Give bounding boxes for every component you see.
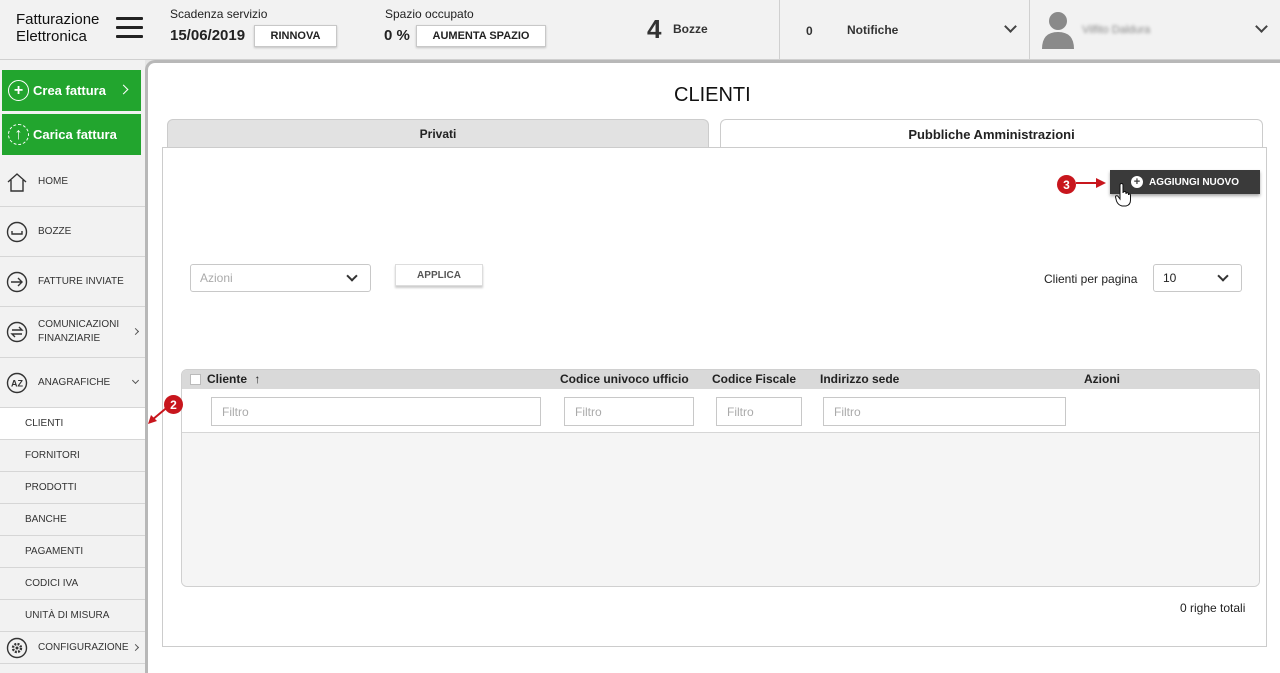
sidebar-subitem-suppliers[interactable]: FORNITORI <box>0 440 145 472</box>
sidebar-item-drafts[interactable]: BOZZE <box>0 207 145 257</box>
add-new-button[interactable]: + AGGIUNGI NUOVO <box>1110 170 1260 194</box>
sidebar-item-home[interactable]: HOME <box>0 157 145 207</box>
divider <box>1029 0 1030 60</box>
select-all-checkbox[interactable] <box>190 374 201 385</box>
plus-icon: + <box>8 80 29 101</box>
table-body <box>182 434 1259 586</box>
sidebar-item-label: BOZZE <box>38 225 72 237</box>
service-expiry-date: 15/06/2019 <box>170 27 246 44</box>
user-name[interactable]: Vilfito Daldura <box>1082 24 1150 36</box>
menu-icon[interactable] <box>116 17 143 39</box>
plus-circle-icon: + <box>1130 176 1143 188</box>
divider <box>779 0 780 60</box>
column-header-office-code[interactable]: Codice univoco ufficio <box>560 372 689 386</box>
bulk-actions-placeholder: Azioni <box>200 271 233 285</box>
upload-invoice-button[interactable]: ↑ Carica fattura <box>2 114 141 155</box>
per-page-label: Clienti per pagina <box>1044 272 1138 286</box>
label-line1: COMUNICAZIONI <box>38 319 120 330</box>
notifications-label[interactable]: Notifiche <box>847 23 898 37</box>
sidebar-subitem-units[interactable]: UNITÀ DI MISURA <box>0 600 145 632</box>
chevron-down-icon <box>1217 270 1229 282</box>
drafts-count[interactable]: 4 <box>647 14 661 45</box>
sidebar-subitem-products[interactable]: PRODOTTI <box>0 472 145 504</box>
notifications-count: 0 <box>806 24 813 38</box>
logo-line2: Elettronica <box>16 28 87 45</box>
sent-icon <box>6 271 28 293</box>
sidebar-item-label: HOME <box>38 175 68 187</box>
home-icon <box>6 171 28 193</box>
sidebar-subitem-banks[interactable]: BANCHE <box>0 504 145 536</box>
column-header-actions: Azioni <box>1084 372 1120 386</box>
sidebar-item-label: CONFIGURAZIONE <box>38 641 129 653</box>
renew-button[interactable]: RINNOVA <box>254 25 337 47</box>
drafts-label[interactable]: Bozze <box>673 22 708 36</box>
space-used-value: 0 % <box>384 27 410 44</box>
add-new-label: AGGIUNGI NUOVO <box>1148 176 1239 188</box>
clients-table: Cliente ↑ Codice univoco ufficio Codice … <box>181 369 1260 587</box>
total-rows: 0 righe totali <box>1180 601 1246 615</box>
column-header-client[interactable]: Cliente ↑ <box>207 372 260 386</box>
chevron-right-icon <box>118 84 129 95</box>
tab-public-administrations[interactable]: Pubbliche Amministrazioni <box>720 119 1263 148</box>
drafts-icon <box>6 221 28 243</box>
az-icon: AZ <box>6 372 28 394</box>
top-bar: Fatturazione Elettronica Scadenza serviz… <box>0 0 1280 60</box>
sidebar-item-financial-communications[interactable]: COMUNICAZIONI FINANZIARIE <box>0 307 145 358</box>
chevron-down-icon <box>346 270 358 282</box>
apply-button[interactable]: APPLICA <box>395 264 483 286</box>
sort-arrow-icon: ↑ <box>254 372 261 386</box>
sidebar-item-sent-invoices[interactable]: FATTURE INVIATE <box>0 257 145 307</box>
upload-icon: ↑ <box>8 124 29 145</box>
exchange-icon <box>6 321 28 343</box>
tab-private[interactable]: Privati <box>167 119 709 147</box>
table-header: Cliente ↑ Codice univoco ufficio Codice … <box>182 370 1259 389</box>
per-page-value: 10 <box>1163 271 1177 285</box>
logo-line1: Fatturazione <box>16 11 100 28</box>
create-invoice-button[interactable]: + Crea fattura <box>2 70 141 111</box>
column-header-tax-code[interactable]: Codice Fiscale <box>712 372 796 386</box>
filter-office-code-input[interactable] <box>564 397 694 426</box>
annotation-arrow-icon <box>1076 178 1106 188</box>
upload-invoice-label: Carica fattura <box>33 127 117 142</box>
chevron-down-icon <box>131 376 140 385</box>
gear-icon <box>6 637 28 659</box>
sidebar-item-configuration[interactable]: CONFIGURAZIONE <box>0 632 145 664</box>
sidebar-item-label: FATTURE INVIATE <box>38 275 124 287</box>
sidebar-subitem-payments[interactable]: PAGAMENTI <box>0 536 145 568</box>
hand-cursor-icon <box>1115 183 1131 207</box>
filter-address-input[interactable] <box>823 397 1066 426</box>
create-invoice-label: Crea fattura <box>33 83 106 98</box>
filter-row <box>182 389 1259 433</box>
user-avatar-icon[interactable] <box>1040 9 1076 49</box>
page-title: CLIENTI <box>674 84 751 106</box>
bulk-actions-select[interactable]: Azioni <box>190 264 371 292</box>
space-used-label: Spazio occupato <box>385 7 474 21</box>
user-menu-chevron-down-icon[interactable] <box>1255 20 1268 33</box>
sidebar-item-label: ANAGRAFICHE <box>38 376 111 388</box>
sidebar-subitem-vat-codes[interactable]: CODICI IVA <box>0 568 145 600</box>
annotation-badge-2: 2 <box>164 395 183 414</box>
service-expiry-label: Scadenza servizio <box>170 7 268 21</box>
app-logo[interactable]: Fatturazione Elettronica <box>16 11 99 45</box>
column-header-address[interactable]: Indirizzo sede <box>820 372 899 386</box>
annotation-badge-3: 3 <box>1057 175 1076 194</box>
column-label: Cliente <box>207 372 248 386</box>
svg-text:AZ: AZ <box>11 378 23 388</box>
filter-tax-code-input[interactable] <box>716 397 802 426</box>
chevron-right-icon <box>131 643 140 652</box>
sidebar-subitem-clients[interactable]: CLIENTI <box>0 408 145 440</box>
sidebar-item-label: COMUNICAZIONI FINANZIARIE <box>38 318 119 346</box>
increase-space-button[interactable]: AUMENTA SPAZIO <box>416 25 546 47</box>
label-line2: FINANZIARIE <box>38 333 101 344</box>
chevron-right-icon <box>131 327 140 336</box>
filter-client-input[interactable] <box>211 397 541 426</box>
per-page-select[interactable]: 10 <box>1153 264 1242 292</box>
sidebar-item-registry[interactable]: AZ ANAGRAFICHE <box>0 358 145 408</box>
notifications-chevron-down-icon[interactable] <box>1004 20 1017 33</box>
